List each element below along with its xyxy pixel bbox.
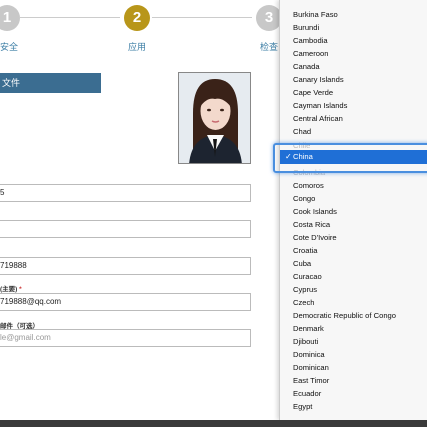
dropdown-option[interactable]: Canada xyxy=(280,60,427,73)
dropdown-option[interactable]: Costa Rica xyxy=(280,218,427,231)
dropdown-option-label: Democratic Republic of Congo xyxy=(293,311,396,320)
dropdown-option[interactable]: Democratic Republic of Congo xyxy=(280,309,427,322)
email-primary-label: (主要) * xyxy=(0,283,22,293)
dropdown-option[interactable]: Burkina Faso xyxy=(280,8,427,21)
email-primary-label-text: (主要) xyxy=(0,286,18,293)
dropdown-option-label: Djibouti xyxy=(293,337,319,346)
dropdown-option[interactable]: Chad xyxy=(280,125,427,138)
stepper-line xyxy=(20,17,120,18)
dropdown-option-label: Colombia xyxy=(293,168,326,177)
dropdown-option[interactable]: Cayman Islands xyxy=(280,99,427,112)
profile-photo xyxy=(178,72,251,164)
dropdown-option[interactable]: Burundi xyxy=(280,21,427,34)
form-field-1[interactable]: 5 xyxy=(0,184,251,202)
dropdown-option-label: Burkina Faso xyxy=(293,10,338,19)
dropdown-option[interactable]: Cote D'Ivoire xyxy=(280,231,427,244)
dropdown-option-label: Cambodia xyxy=(293,36,328,45)
dropdown-option[interactable]: Cyprus xyxy=(280,283,427,296)
dropdown-option[interactable]: Croatia xyxy=(280,244,427,257)
dropdown-option-label: Congo xyxy=(293,194,316,203)
dropdown-option[interactable]: Czech xyxy=(280,296,427,309)
step-3-label[interactable]: 检查 xyxy=(260,40,278,53)
step-2-circle[interactable]: 2 xyxy=(124,5,150,31)
dropdown-option-label: Cuba xyxy=(293,259,312,268)
dropdown-option-label: Comoros xyxy=(293,181,324,190)
dropdown-option-label: East Timor xyxy=(293,376,330,385)
stepper-line xyxy=(152,17,252,18)
dropdown-option-label: Egypt xyxy=(293,402,313,411)
dropdown-option-label: Central African xyxy=(293,114,343,123)
dropdown-option-label: Cape Verde xyxy=(293,88,334,97)
dropdown-option-label: Cayman Islands xyxy=(293,101,348,110)
dropdown-option[interactable]: Egypt xyxy=(280,400,427,413)
dropdown-option-label: China xyxy=(293,152,313,161)
portrait-image xyxy=(179,73,250,163)
dropdown-option-label: Ecuador xyxy=(293,389,322,398)
dropdown-option[interactable]: Djibouti xyxy=(280,335,427,348)
dropdown-option-label: Croatia xyxy=(293,246,318,255)
dropdown-option[interactable]: Cuba xyxy=(280,257,427,270)
dropdown-option-label: Canada xyxy=(293,62,320,71)
form-field-2[interactable] xyxy=(0,220,251,238)
dropdown-option[interactable]: Cape Verde xyxy=(280,86,427,99)
dropdown-option-label: Cameroon xyxy=(293,49,329,58)
required-marker: * xyxy=(19,286,22,293)
dropdown-option-label: Cyprus xyxy=(293,285,318,294)
dropdown-option[interactable]: ✓ China xyxy=(280,150,427,164)
dropdown-option[interactable]: Curacao xyxy=(280,270,427,283)
country-dropdown-list[interactable]: Burkina Faso Burundi Cambodia Cameroon Canad… xyxy=(279,0,427,420)
application-page: 1 安全 2 应用 3 检查 文件 5 719888 (主要) * 719888… xyxy=(0,0,427,420)
dropdown-option-label: Burundi xyxy=(293,23,320,32)
dropdown-option[interactable]: Denmark xyxy=(280,322,427,335)
step-1-label[interactable]: 安全 xyxy=(0,40,18,53)
section-tab-documents[interactable]: 文件 xyxy=(0,73,101,93)
dropdown-option-label: Dominica xyxy=(293,350,325,359)
dropdown-option-label: Cook Islands xyxy=(293,207,337,216)
dropdown-option-label: Canary Islands xyxy=(293,75,344,84)
dropdown-option[interactable]: Central African xyxy=(280,112,427,125)
dropdown-option-label: Cote D'Ivoire xyxy=(293,233,337,242)
dropdown-option-label: Costa Rica xyxy=(293,220,331,229)
step-2-label[interactable]: 应用 xyxy=(128,40,146,53)
dropdown-option-label: Czech xyxy=(293,298,315,307)
phone-field[interactable]: 719888 xyxy=(0,257,251,275)
dropdown-option[interactable]: Canary Islands xyxy=(280,73,427,86)
dropdown-option[interactable]: Cook Islands xyxy=(280,205,427,218)
dropdown-option[interactable]: East Timor xyxy=(280,374,427,387)
email-primary-field[interactable]: 719888@qq.com xyxy=(0,293,251,311)
dropdown-option[interactable]: Cameroon xyxy=(280,47,427,60)
dropdown-option-label: Dominican xyxy=(293,363,329,372)
dropdown-option[interactable]: Ecuador xyxy=(280,387,427,400)
dropdown-option[interactable]: Dominica xyxy=(280,348,427,361)
dropdown-option-label: Chile xyxy=(293,141,311,150)
dropdown-option[interactable]: Cambodia xyxy=(280,34,427,47)
checkmark-icon: ✓ xyxy=(285,152,292,161)
dropdown-option[interactable]: Colombia xyxy=(280,166,427,179)
dropdown-option[interactable]: Dominican xyxy=(280,361,427,374)
dropdown-option-label: Denmark xyxy=(293,324,324,333)
dropdown-option-label: Chad xyxy=(293,127,312,136)
dropdown-option[interactable]: Comoros xyxy=(280,179,427,192)
step-1-circle[interactable]: 1 xyxy=(0,5,20,31)
email-secondary-field[interactable]: le@gmail.com xyxy=(0,329,251,347)
dropdown-option[interactable]: Congo xyxy=(280,192,427,205)
dropdown-option-label: Curacao xyxy=(293,272,322,281)
